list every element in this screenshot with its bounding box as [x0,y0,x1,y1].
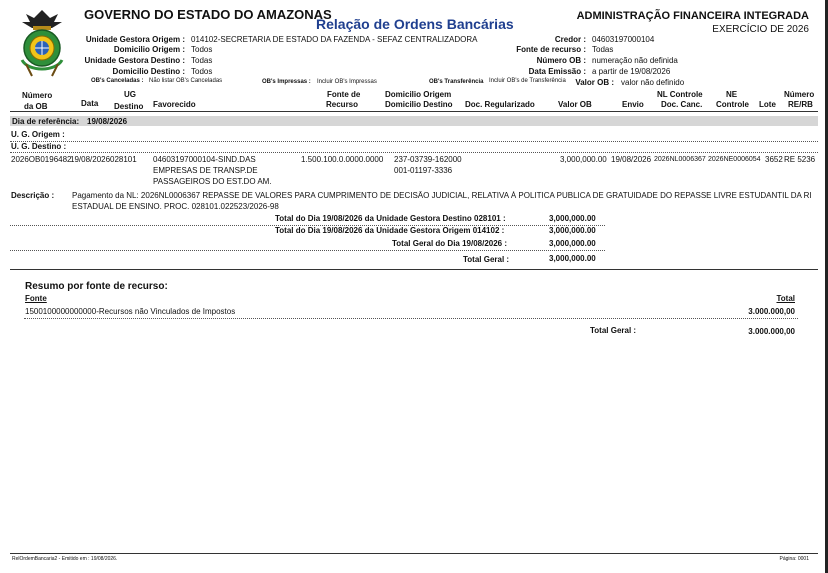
descricao-line2: ESTADUAL DE ENSINO. PROC. 028101.022523/… [72,202,279,211]
valor-ob-label: Valor OB : [575,78,614,87]
ug-destino-row: U. G. Destino : [11,142,67,151]
total-dia-ug-destino-label: Total do Dia 19/08/2026 da Unidade Gesto… [275,214,506,223]
report-page: GOVERNO DO ESTADO DO AMAZONAS Relação de… [0,0,828,573]
col-dom-2: Domicilio Destino [385,100,453,109]
total-dia-ug-origem-value: 3,000,000.00 [549,226,596,235]
record-envio: 19/08/2026 [611,155,652,164]
ug-destino-value: Todas [191,56,213,65]
fonte-value: Todas [592,45,614,54]
num-ob-label: Número OB : [536,56,586,65]
record-data: 19/08/2026 [70,155,111,164]
resumo-col-fonte: Fonte [25,294,47,303]
col-doc-reg: Doc. Regularizado [465,100,535,109]
col-nl-2: Doc. Canc. [661,100,703,109]
resumo-geral-label: Total Geral : [590,326,637,335]
col-dom-1: Domicilio Origem [385,90,452,99]
col-fonte-2: Recurso [326,100,359,109]
canceladas-value: Não listar OB's Canceladas [149,78,223,84]
dom-destino-value: Todos [191,67,213,76]
dia-ref-band [10,116,818,126]
record-fonte: 1.500.100.0.0000.0000 [301,155,384,164]
resumo-rule [24,318,798,319]
col-numero-1: Número [22,91,53,100]
admin-name: ADMINISTRAÇÃO FINANCEIRA INTEGRADA [576,10,809,22]
col-valor-ob: Valor OB [558,100,592,109]
dom-origem-value: Todos [191,45,213,54]
resumo-geral-value: 3.000.000,00 [748,327,795,336]
header-rule [10,111,818,112]
dom-destino-label: Domicilio Destino : [112,67,185,76]
resumo-row-fonte: 1500100000000000-Recursos não Vinculados… [25,307,236,316]
col-nl-1: NL Controle [657,90,703,99]
footer-left: RelOrdemBancaria2 - Emitido em : 19/08/2… [12,556,118,562]
canceladas-label: OB's Canceladas : [91,78,144,84]
section-rule [10,269,818,270]
col-lote: Lote [759,100,776,109]
ug-destino-rule [10,152,818,153]
total-dia-ug-origem-label: Total do Dia 19/08/2026 da Unidade Gesto… [275,226,505,235]
col-fonte-1: Fonte de [327,90,361,99]
data-emissao-value: a partir de 19/08/2026 [592,67,671,76]
record-dom-1: 237-03739-162000 [394,155,462,164]
col-ne-1: NE [726,90,738,99]
record-favorecido-1: 04603197000104-SIND.DAS [153,155,256,164]
descricao-label: Descrição : [11,191,55,200]
dom-origem-label: Domicilio Origem : [113,45,185,54]
ug-origem-row: U. G. Origem : [11,130,65,139]
ug-origem-label: Unidade Gestora Origem : [85,35,185,44]
col-data: Data [81,99,99,108]
footer-rule [10,553,818,554]
col-ug-1: UG [124,90,136,99]
transferencia-label: OB's Transferência [429,79,484,85]
credor-value: 04603197000104 [592,35,655,44]
record-re: RE 5236 [784,155,816,164]
descricao-line1: Pagamento da NL: 2026NL0006367 REPASSE D… [72,191,812,200]
impressas-value: Incluir OB's Impressas [317,79,377,85]
col-favorecido: Favorecido [153,100,196,109]
resumo-title: Resumo por fonte de recurso: [25,281,168,292]
record-ug: 028101 [110,155,137,164]
data-emissao-label: Data Emissão : [528,67,586,76]
amazonas-coat-of-arms-icon [20,10,64,77]
record-favorecido-2: EMPRESAS DE TRANSP.DE [153,166,258,175]
col-num-1: Número [784,90,815,99]
col-numero-2: da OB [24,102,48,111]
record-dom-2: 001-01197-3336 [394,166,453,175]
fonte-label: Fonte de recurso : [516,45,586,54]
report-title: Relação de Ordens Bancárias [316,16,514,32]
resumo-col-total: Total [776,294,795,303]
ug-origem-value: 014102-SECRETARIA DE ESTADO DA FAZENDA -… [191,35,478,44]
record-lote: 3652 [765,155,783,164]
ug-origem-rule [10,141,818,142]
total-geral-dia-value: 3,000,000.00 [549,239,596,248]
transferencia-value: Incluir OB's de Transferência [489,78,566,84]
resumo-row-total: 3.000.000,00 [748,307,795,316]
credor-label: Credor : [554,35,586,44]
ug-destino-label: Unidade Gestora Destino : [84,56,185,65]
total-dia-ug-destino-value: 3,000,000.00 [549,214,596,223]
record-valor: 3,000,000.00 [560,155,607,164]
valor-ob-value: valor não definido [621,78,685,87]
record-nl: 2026NL0006367 [654,156,706,163]
total-dia-rule [10,250,605,251]
record-numero: 2026OB0196482 [11,155,72,164]
footer-right: Página: 0001 [779,556,809,562]
total-geral-dia-label: Total Geral do Dia 19/08/2026 : [392,239,508,248]
dia-ref-value: 19/08/2026 [87,117,128,126]
col-ug-2: Destino [114,102,144,111]
num-ob-value: numeração não definida [592,56,678,65]
total-geral-value: 3,000,000.00 [549,254,596,263]
col-num-2: RE/RB [788,100,813,109]
record-ne: 2026NE0006054 [708,156,761,163]
total-geral-label: Total Geral : [463,255,510,264]
govt-name: GOVERNO DO ESTADO DO AMAZONAS [84,7,332,22]
record-favorecido-3: PASSAGEIROS DO EST.DO AM. [153,177,272,186]
impressas-label: OB's Impressas : [262,79,311,85]
exercicio: EXERCÍCIO DE 2026 [712,24,809,35]
col-envio: Envio [622,100,644,109]
dia-ref-label: Dia de referência: [12,117,80,126]
col-ne-2: Controle [716,100,749,109]
